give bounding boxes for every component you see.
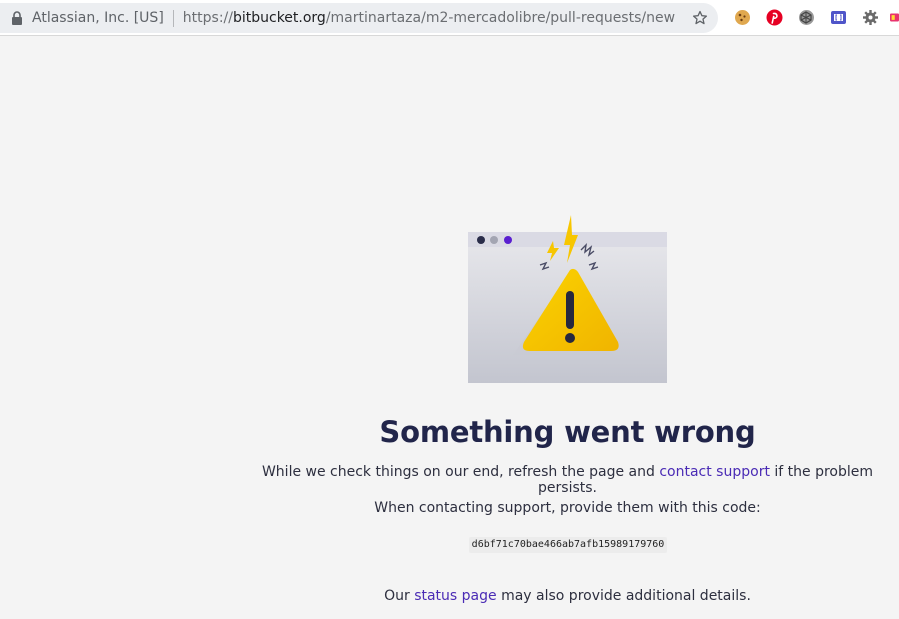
gear-icon[interactable] — [861, 8, 879, 26]
error-page: Something went wrong While we check thin… — [236, 37, 899, 619]
puzzle-ball-icon[interactable] — [797, 8, 815, 26]
error-message: While we check things on our end, refres… — [236, 464, 899, 496]
url-text[interactable]: https://bitbucket.org/martinartaza/m2-me… — [183, 10, 675, 26]
status-note-text: Our — [384, 588, 415, 604]
cookie-icon[interactable] — [733, 8, 751, 26]
browser-toolbar: Atlassian, Inc. [US] https://bitbucket.o… — [0, 0, 899, 36]
bracket-extension-icon[interactable] — [829, 8, 847, 26]
page-title: Something went wrong — [379, 415, 756, 449]
status-note-text-end: may also provide additional details. — [496, 588, 751, 604]
broken-window-warning-illustration — [468, 215, 667, 383]
bookmark-star-icon[interactable] — [690, 8, 710, 28]
url-path: /martinartaza/m2-mercadolibre/pull-reque… — [325, 10, 676, 26]
status-note: Our status page may also provide additio… — [236, 588, 899, 604]
site-identity[interactable]: Atlassian, Inc. [US] — [32, 10, 164, 26]
pinterest-icon[interactable] — [765, 8, 783, 26]
contact-support-link[interactable]: contact support — [659, 464, 770, 480]
lock-icon[interactable] — [11, 11, 23, 25]
error-code: d6bf71c70bae466ab7afb15989179760 — [469, 537, 667, 553]
error-message-text: While we check things on our end, refres… — [261, 464, 660, 480]
url-scheme: https:// — [182, 10, 233, 26]
url-host: bitbucket.org — [232, 10, 326, 26]
support-instruction: When contacting support, provide them wi… — [374, 500, 761, 516]
divider — [172, 9, 174, 27]
address-bar[interactable]: Atlassian, Inc. [US] https://bitbucket.o… — [0, 3, 718, 33]
status-page-link[interactable]: status page — [414, 588, 496, 604]
color-extension-icon[interactable] — [890, 8, 899, 26]
